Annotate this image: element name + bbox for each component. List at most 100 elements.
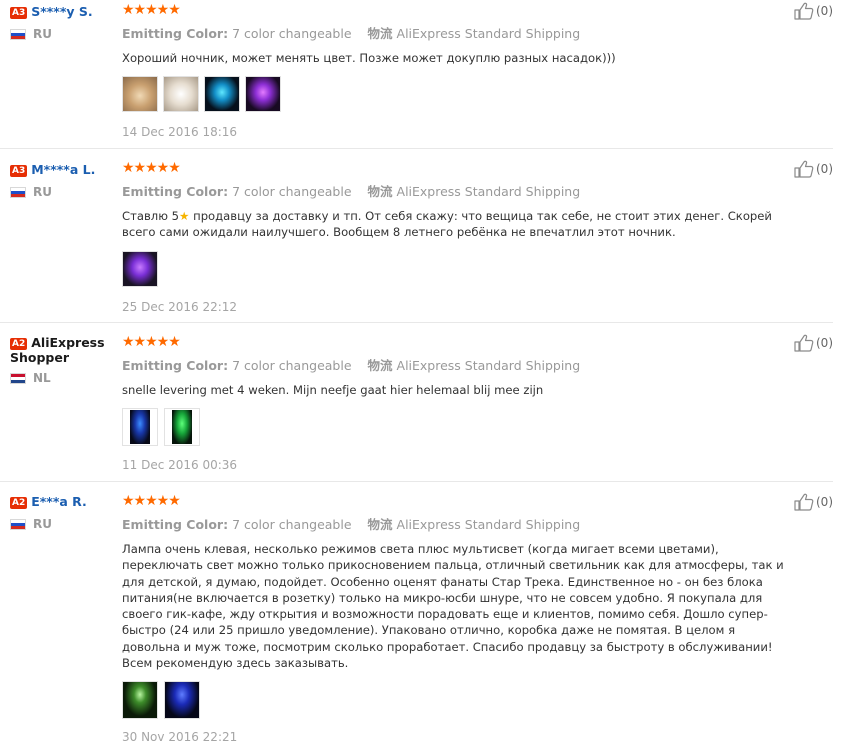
reviewer-info: A3 S****y S. RU — [10, 4, 118, 41]
reviewer-country: RU — [10, 517, 118, 531]
lamp-photo-thumbnail[interactable] — [122, 681, 158, 720]
buyer-level-badge: A3 — [10, 7, 28, 19]
review-photos — [122, 408, 792, 447]
attribute-value: 7 color changeable — [232, 358, 352, 373]
buyer-level-badge: A2 — [10, 497, 28, 509]
reviewer-info: A3 M****a L. RU — [10, 162, 118, 199]
star-emoji-icon: ★ — [179, 209, 190, 223]
order-attributes: Emitting Color: 7 color changeable 物流 Al… — [122, 514, 792, 533]
lamp-photo-purple-icon — [123, 251, 157, 286]
lamp-photo-dark-green-icon — [165, 409, 199, 446]
logistics-value: AliExpress Standard Shipping — [396, 517, 581, 532]
russia-flag-icon — [10, 518, 26, 530]
russia-flag-icon — [10, 186, 26, 198]
lamp-photo-dark-blue-icon — [123, 409, 157, 446]
helpful-count: (0) — [816, 336, 833, 350]
country-code: RU — [33, 27, 52, 41]
logistics-label: 物流 — [367, 26, 393, 41]
review-text-start: Ставлю 5 — [122, 209, 180, 223]
review-content: ★★★★★ Emitting Color: 7 color changeable… — [122, 494, 792, 744]
attribute-value: 7 color changeable — [232, 184, 352, 199]
review-date: 11 Dec 2016 00:36 — [122, 458, 238, 473]
attribute-value: 7 color changeable — [232, 26, 352, 41]
review-text: snelle levering met 4 weken. Mijn neefje… — [122, 383, 544, 397]
lamp-photo-beige-icon — [123, 77, 157, 112]
review-photos — [122, 76, 792, 113]
lamp-photo-white-icon — [164, 77, 198, 112]
thumbs-up-icon — [794, 493, 814, 511]
lamp-photo-thumbnail[interactable] — [122, 76, 158, 113]
lamp-photo-dark-green-icon — [123, 682, 157, 719]
review-item: A3 M****a L. RU ★★★★★ Emitting Color: 7 c… — [0, 149, 833, 323]
helpful-count: (0) — [816, 4, 833, 18]
reviewer-name[interactable]: E***a R. — [31, 494, 87, 509]
thumbs-up-icon — [794, 334, 814, 352]
logistics-value: AliExpress Standard Shipping — [396, 184, 581, 199]
lamp-photo-purple-icon — [246, 77, 280, 112]
russia-flag-icon — [10, 28, 26, 40]
thumbs-up-icon — [794, 2, 814, 20]
buyer-level-badge: A3 — [10, 165, 28, 177]
order-attributes: Emitting Color: 7 color changeable 物流 Al… — [122, 23, 792, 42]
helpful-button[interactable]: (0) — [794, 2, 833, 20]
helpful-count: (0) — [816, 495, 833, 509]
reviewer-country: RU — [10, 27, 118, 41]
reviewer-country: NL — [10, 371, 118, 385]
review-text: Ставлю 5★ продавцу за доставку и тп. От … — [122, 208, 792, 241]
logistics-label: 物流 — [367, 517, 393, 532]
lamp-photo-blue-icon — [205, 77, 239, 112]
order-attributes: Emitting Color: 7 color changeable 物流 Al… — [122, 355, 792, 374]
review-date: 30 Nov 2016 22:21 — [122, 730, 238, 744]
review-photos — [122, 681, 792, 720]
order-attributes: Emitting Color: 7 color changeable 物流 Al… — [122, 181, 792, 200]
lamp-photo-thumbnail[interactable] — [204, 76, 240, 113]
helpful-button[interactable]: (0) — [794, 334, 833, 352]
helpful-button[interactable]: (0) — [794, 493, 833, 511]
attribute-label: Emitting Color: — [122, 26, 229, 41]
review-content: ★★★★★ Emitting Color: 7 color changeable… — [122, 335, 792, 472]
star-rating: ★★★★★ — [122, 493, 181, 509]
review-text-rest: продавцу за доставку и тп. От себя скажу… — [122, 209, 772, 240]
buyer-level-badge: A2 — [10, 338, 28, 350]
reviewer-info: A2 E***a R. RU — [10, 494, 118, 531]
star-rating: ★★★★★ — [122, 334, 181, 350]
attribute-label: Emitting Color: — [122, 517, 229, 532]
logistics-value: AliExpress Standard Shipping — [396, 358, 581, 373]
country-code: NL — [33, 371, 51, 385]
lamp-photo-thumbnail[interactable] — [122, 250, 158, 287]
netherlands-flag-icon — [10, 372, 26, 384]
lamp-photo-dark-blue-icon — [165, 682, 199, 719]
star-rating: ★★★★★ — [122, 2, 181, 18]
review-content: ★★★★★ Emitting Color: 7 color changeable… — [122, 161, 792, 314]
review-date: 25 Dec 2016 22:12 — [122, 299, 238, 314]
reviewer-info: A2 AliExpress Shopper NL — [10, 335, 118, 385]
lamp-photo-dark-blue-image — [130, 410, 150, 445]
helpful-count: (0) — [816, 162, 833, 176]
lamp-photo-thumbnail[interactable] — [164, 408, 200, 447]
country-code: RU — [33, 517, 52, 531]
lamp-photo-thumbnail[interactable] — [122, 408, 158, 447]
review-item: A2 E***a R. RU ★★★★★ Emitting Color: 7 co… — [0, 482, 833, 744]
review-content: ★★★★★ Emitting Color: 7 color changeable… — [122, 3, 792, 139]
review-photos — [122, 250, 792, 287]
country-code: RU — [33, 185, 52, 199]
reviewer-country: RU — [10, 185, 118, 199]
reviewer-name[interactable]: M****a L. — [31, 162, 95, 177]
attribute-value: 7 color changeable — [232, 517, 352, 532]
helpful-button[interactable]: (0) — [794, 160, 833, 178]
attribute-label: Emitting Color: — [122, 358, 229, 373]
logistics-label: 物流 — [367, 184, 393, 199]
reviewer-name[interactable]: S****y S. — [31, 4, 92, 19]
review-item: A2 AliExpress Shopper NL ★★★★★ Emitting C… — [0, 323, 833, 482]
lamp-photo-dark-green-image — [172, 410, 192, 445]
logistics-value: AliExpress Standard Shipping — [396, 26, 581, 41]
attribute-label: Emitting Color: — [122, 184, 229, 199]
lamp-photo-thumbnail[interactable] — [245, 76, 281, 113]
review-date: 14 Dec 2016 18:16 — [122, 125, 238, 140]
review-text: Хороший ночник, может менять цвет. Позже… — [122, 51, 616, 65]
review-text: Лампа очень клевая, несколько режимов св… — [122, 542, 784, 671]
lamp-photo-thumbnail[interactable] — [164, 681, 200, 720]
thumbs-up-icon — [794, 160, 814, 178]
review-item: A3 S****y S. RU ★★★★★ Emitting Color: 7 c… — [0, 0, 833, 149]
lamp-photo-thumbnail[interactable] — [163, 76, 199, 113]
